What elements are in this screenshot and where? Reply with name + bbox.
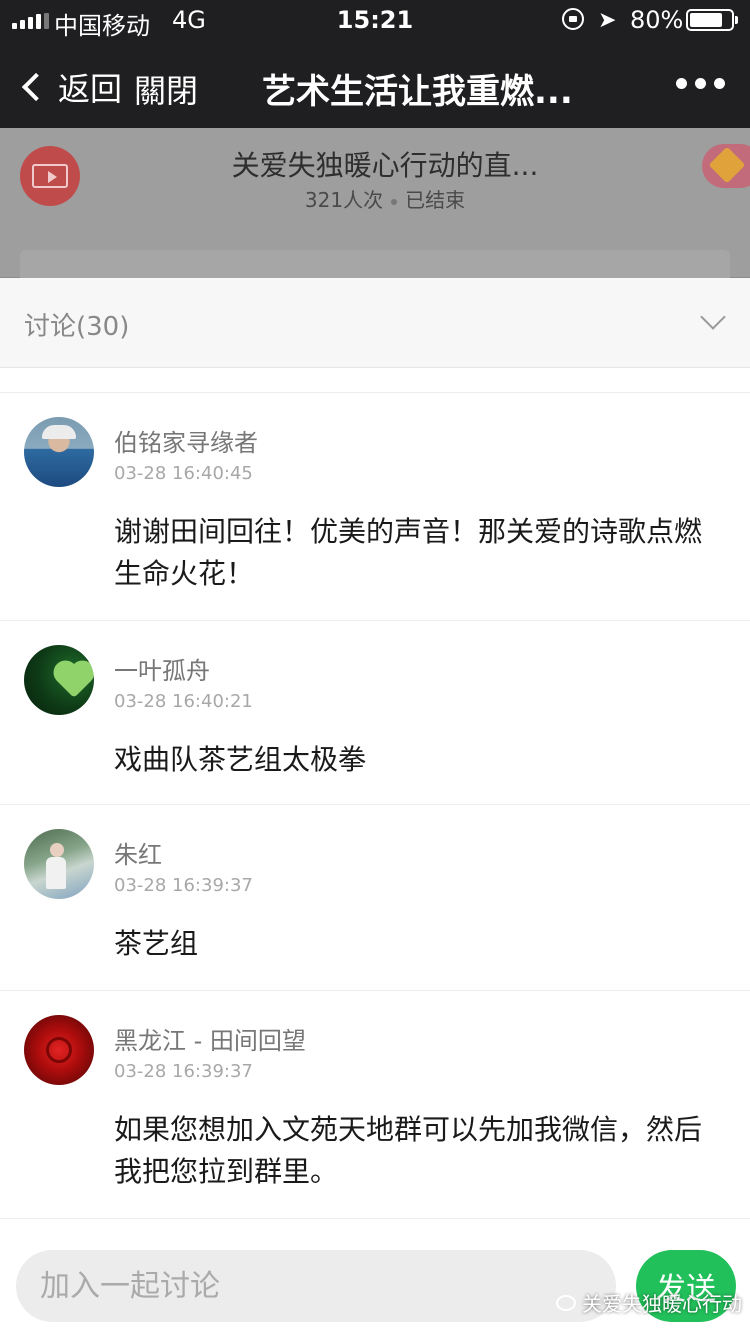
comment-author: 黑龙江 - 田间回望 <box>114 1027 306 1055</box>
page-title: 艺术生活让我重燃... <box>262 72 573 112</box>
comment-text: 茶艺组 <box>114 927 199 960</box>
avatar[interactable] <box>24 829 94 899</box>
location-arrow-icon: ➤ <box>598 8 617 33</box>
comment-author: 伯铭家寻缘者 <box>114 429 258 457</box>
avatar[interactable] <box>24 417 94 487</box>
comment-item: 黑龙江 - 田间回望 03-28 16:39:37 如果您想加入文苑天地群可以先… <box>0 991 750 1219</box>
chevron-down-icon[interactable] <box>700 304 726 330</box>
separator-dot <box>391 198 398 205</box>
watermark-text: 关爱失独暖心行动 <box>582 1292 742 1316</box>
watermark: 关爱失独暖心行动 <box>556 1288 742 1317</box>
comment-input[interactable] <box>16 1250 616 1322</box>
nav-bar: 返回 關閉 艺术生活让我重燃... <box>0 40 750 128</box>
discussion-panel: 讨论(30) 伯铭家寻缘者 03-28 16:40:45 谢谢田间回往！优美的声… <box>0 278 750 1334</box>
more-dot-icon <box>714 78 725 89</box>
avatar[interactable] <box>24 1015 94 1085</box>
live-status: 已结束 <box>405 188 466 212</box>
more-options-button[interactable] <box>676 78 725 89</box>
comment-author: 朱红 <box>114 841 162 869</box>
comment-text: 戏曲队茶艺组太极拳 <box>114 743 367 776</box>
gift-button[interactable] <box>702 144 750 188</box>
comment-text: 谢谢田间回往！优美的声音！那关爱的诗歌点燃生命火花！ <box>114 515 703 590</box>
back-button[interactable]: 返回 <box>18 64 122 110</box>
discussion-header[interactable]: 讨论(30) <box>0 278 750 368</box>
orientation-lock-icon <box>562 8 584 30</box>
more-dot-icon <box>676 78 687 89</box>
gift-box-icon <box>708 146 746 184</box>
battery-fill <box>690 13 722 27</box>
comment-time: 03-28 16:39:37 <box>114 875 253 896</box>
comment-time: 03-28 16:39:37 <box>114 1061 253 1082</box>
back-label: 返回 <box>58 70 123 108</box>
close-button[interactable]: 關閉 <box>134 66 198 112</box>
avatar[interactable] <box>24 645 94 715</box>
comment-item: 朱红 03-28 16:39:37 茶艺组 <box>0 805 750 991</box>
live-stream-meta: 321人次 已结束 <box>0 184 750 213</box>
more-dot-icon <box>695 78 706 89</box>
wechat-icon <box>556 1294 576 1311</box>
live-stream-card[interactable]: 关爱失独暖心行动的直... 321人次 已结束 <box>0 128 750 290</box>
battery-icon <box>686 9 738 31</box>
status-bar: 中国移动 4G 15:21 ➤ 80% <box>0 0 750 40</box>
comment-text: 如果您想加入文苑天地群可以先加我微信，然后我把您拉到群里。 <box>114 1113 703 1188</box>
discussion-count-label: 讨论(30) <box>24 312 130 342</box>
comment-author: 一叶孤舟 <box>114 657 210 685</box>
comment-time: 03-28 16:40:45 <box>114 463 253 484</box>
view-count: 321人次 <box>304 188 384 212</box>
battery-percent: 80% <box>630 6 684 34</box>
live-stream-title: 关爱失独暖心行动的直... <box>231 149 539 182</box>
comment-input-bar: 发送 <box>0 1234 750 1334</box>
comment-time: 03-28 16:40:21 <box>114 691 253 712</box>
comment-item: 一叶孤舟 03-28 16:40:21 戏曲队茶艺组太极拳 <box>0 621 750 805</box>
comment-item: 伯铭家寻缘者 03-28 16:40:45 谢谢田间回往！优美的声音！那关爱的诗… <box>0 393 750 621</box>
chevron-left-icon <box>21 72 51 102</box>
